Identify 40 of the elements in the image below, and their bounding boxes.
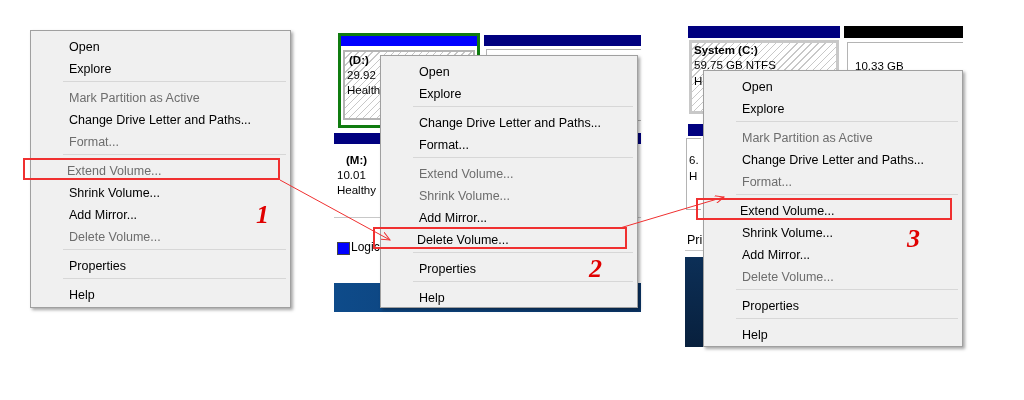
drive-status: Healthy — [337, 184, 376, 196]
menu-item[interactable]: Extend Volume... — [696, 198, 952, 220]
menu-item[interactable]: Change Drive Letter and Paths... — [706, 147, 927, 169]
volume-block — [686, 138, 701, 210]
menu-item[interactable]: Shrink Volume... — [706, 220, 835, 242]
menu-item[interactable]: Shrink Volume... — [33, 180, 162, 202]
menu-item[interactable]: Properties — [33, 253, 128, 275]
menu-item[interactable]: Open — [383, 59, 452, 81]
menu-item[interactable]: Change Drive Letter and Paths... — [383, 110, 604, 132]
menu-item[interactable]: Explore — [706, 96, 787, 118]
drive-status: H — [689, 170, 698, 182]
menu-item[interactable]: Add Mirror... — [706, 242, 813, 264]
menu-item[interactable]: Change Drive Letter and Paths... — [33, 107, 254, 129]
drive-label: (D:) — [349, 54, 369, 66]
menu-item[interactable]: Properties — [383, 256, 478, 278]
drive-status: Health — [347, 84, 381, 96]
drive-size: 10.33 GB — [855, 60, 904, 72]
drive-status: H — [694, 75, 703, 87]
menu-item[interactable]: Open — [706, 74, 775, 96]
menu-item[interactable]: Properties — [706, 293, 801, 315]
menu-item[interactable]: Add Mirror... — [383, 205, 490, 227]
menu-item[interactable]: Explore — [383, 81, 464, 103]
drive-size: 10.01 — [337, 169, 366, 181]
step-number: 3 — [907, 226, 920, 252]
menu-item[interactable]: Add Mirror... — [33, 202, 140, 224]
drive-size: 59.75 GB NTFS — [694, 59, 776, 71]
drive-size: 6. — [689, 154, 699, 166]
step-number: 2 — [589, 256, 602, 282]
menu-item[interactable]: Explore — [33, 56, 114, 78]
drive-label: (M:) — [346, 154, 368, 166]
menu-item[interactable]: Help — [33, 282, 97, 304]
menu-item[interactable]: Help — [383, 285, 447, 307]
legend-swatch — [337, 242, 350, 255]
menu-item[interactable]: Format... — [383, 132, 471, 154]
drive-label: System (C:) — [694, 44, 758, 56]
menu-item[interactable]: Open — [33, 34, 102, 56]
drive-size: 29.92 — [347, 69, 376, 81]
step-number: 1 — [256, 202, 269, 228]
legend-label: Pri — [687, 233, 703, 247]
menu-item[interactable]: Help — [706, 322, 770, 344]
